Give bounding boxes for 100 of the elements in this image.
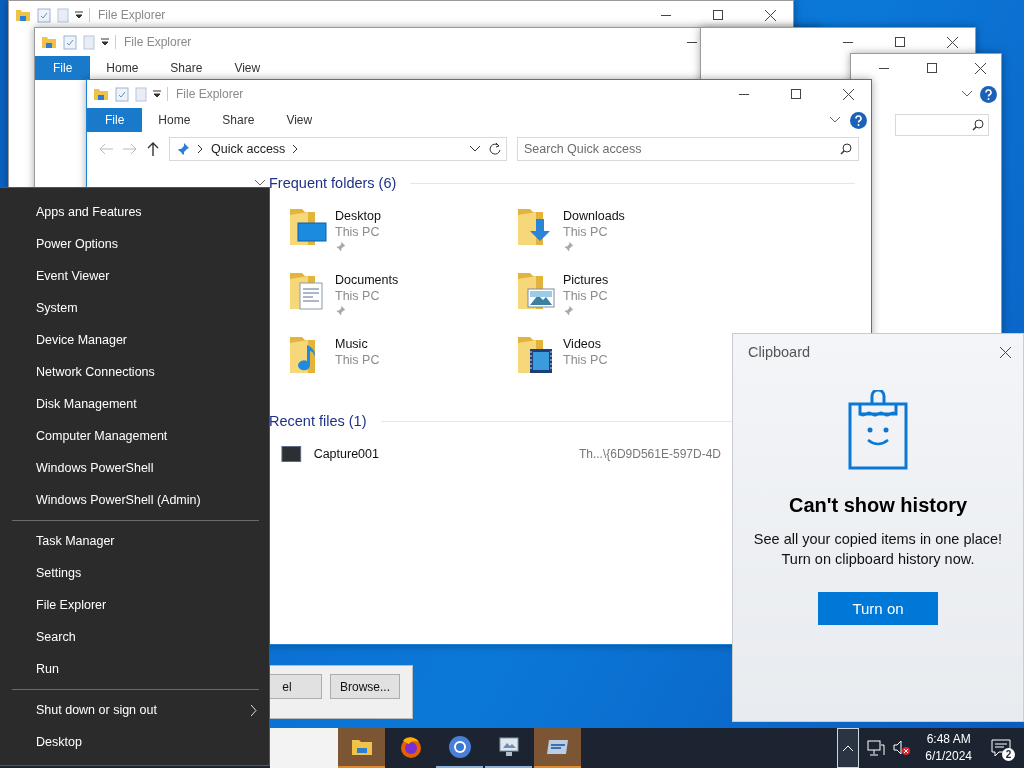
pin-icon [176,142,190,156]
help-icon[interactable] [850,111,867,129]
empty-state-message: See all your copied items in one place! Turn on clipboard history now. [752,530,1004,569]
folder-item[interactable]: Music This PC [289,336,380,376]
menu-item[interactable]: Desktop [0,726,269,758]
chevron-right-icon [293,145,299,153]
minimize-icon [843,41,853,43]
menu-item[interactable]: Disk Management [0,388,269,420]
browser-icon[interactable] [447,735,472,759]
ribbon-tab[interactable]: Share [154,56,219,80]
search-icon [972,119,984,131]
search-field[interactable] [895,114,989,136]
chevron-right-icon [198,145,203,153]
menu-item[interactable]: Apps and Features [0,196,269,228]
folder-icon [15,8,31,22]
ribbon-tab[interactable]: View [218,56,277,80]
refresh-icon[interactable] [488,142,502,156]
menu-item[interactable]: Device Manager [0,324,269,356]
ribbon-tab[interactable]: Share [206,108,271,132]
close-icon [764,9,776,21]
ribbon-tab[interactable]: Home [142,108,207,132]
taskbar-search-field[interactable] [270,728,338,768]
menu-item[interactable]: Windows PowerShell [0,452,269,484]
help-icon[interactable] [980,85,997,103]
chevron-down-icon [470,146,480,152]
clipboard-smiley-icon [848,390,908,470]
menu-item[interactable]: Power Options [0,228,269,260]
menu-item[interactable]: Settings [0,557,269,589]
window-title: File Explorer [89,8,166,22]
window-icon[interactable] [545,737,570,757]
screen-file-icon [281,445,302,463]
fox-browser-icon[interactable] [398,735,423,759]
turn-on-button[interactable]: Turn on [818,592,938,625]
chevron-down-icon[interactable] [255,180,265,186]
menu-item[interactable]: Windows PowerShell (Admin) [0,484,269,516]
window-title: File Explorer [167,87,244,101]
monitor-icon[interactable] [496,736,521,758]
ribbon-tab[interactable]: File [35,56,91,80]
menu-item[interactable]: Search [0,621,269,653]
menu-item[interactable]: System [0,292,269,324]
chevron-down-icon[interactable] [962,91,972,97]
menu-item[interactable]: Network Connections [0,356,269,388]
folder-icon [93,87,109,101]
caret-down-icon [153,90,161,98]
address-bar[interactable]: Quick access [169,137,507,161]
maximize-icon [895,37,905,47]
page-icon [83,34,95,50]
ribbon-tab[interactable]: File [87,108,143,132]
folder-icon [517,272,557,312]
search-icon [840,143,852,155]
close-icon [974,62,986,74]
close-icon[interactable] [1000,346,1011,358]
chevron-down-icon[interactable] [830,117,840,123]
caret-down-icon [75,11,83,19]
close-icon [842,88,854,100]
minimize-icon [661,14,671,16]
maximize-icon [791,89,801,99]
clock[interactable]: 6:48 AM 6/1/2024 [919,731,978,765]
caret-down-icon [101,38,109,46]
muted-speaker-icon[interactable] [893,740,912,756]
section-heading[interactable]: Recent files (1) [269,413,367,429]
checklist-icon [63,34,77,50]
file-row[interactable]: Capture001 Th...\{6D9D561E-597D-4D [281,440,721,468]
folder-item[interactable]: Downloads This PC [517,208,625,252]
search-field[interactable]: Search Quick access [517,137,859,161]
up-arrow-icon[interactable] [147,142,159,156]
network-icon[interactable] [867,740,886,756]
maximize-icon [713,10,723,20]
window-title: File Explorer [115,35,192,49]
ribbon-tab[interactable]: Home [90,56,155,80]
empty-state-heading: Can't show history [788,494,968,517]
notification-button[interactable]: 2 [986,733,1016,763]
folder-icon [41,35,57,49]
minimize-icon [739,93,749,95]
folder-item[interactable]: Desktop This PC [289,208,381,252]
tray-overflow-button[interactable] [837,728,860,768]
ribbon-tab[interactable]: View [270,108,329,132]
menu-item[interactable]: Event Viewer [0,260,269,292]
folder-item[interactable]: Pictures This PC [517,272,609,316]
dialog-button[interactable]: Browse... [330,674,400,699]
panel-title: Clipboard [748,344,811,360]
caret-up-icon [843,745,854,751]
chevron-right-icon [251,704,257,716]
folder-item[interactable]: Documents This PC [289,272,399,316]
close-icon [946,36,958,48]
menu-item[interactable]: Computer Management [0,420,269,452]
folder-icon [289,208,329,248]
menu-item[interactable]: Task Manager [0,525,269,557]
checklist-icon [37,7,51,23]
folder-item[interactable]: Videos This PC [517,336,608,376]
maximize-icon [927,63,937,73]
menu-item[interactable]: File Explorer [0,589,269,621]
checklist-icon [115,86,129,102]
section-heading[interactable]: Frequent folders (6) [269,175,397,191]
minimize-icon [687,41,697,43]
message-icon [991,739,1011,757]
folder-icon[interactable] [350,738,373,756]
minimize-icon [879,67,889,69]
page-icon [57,7,69,23]
page-icon [135,86,147,102]
